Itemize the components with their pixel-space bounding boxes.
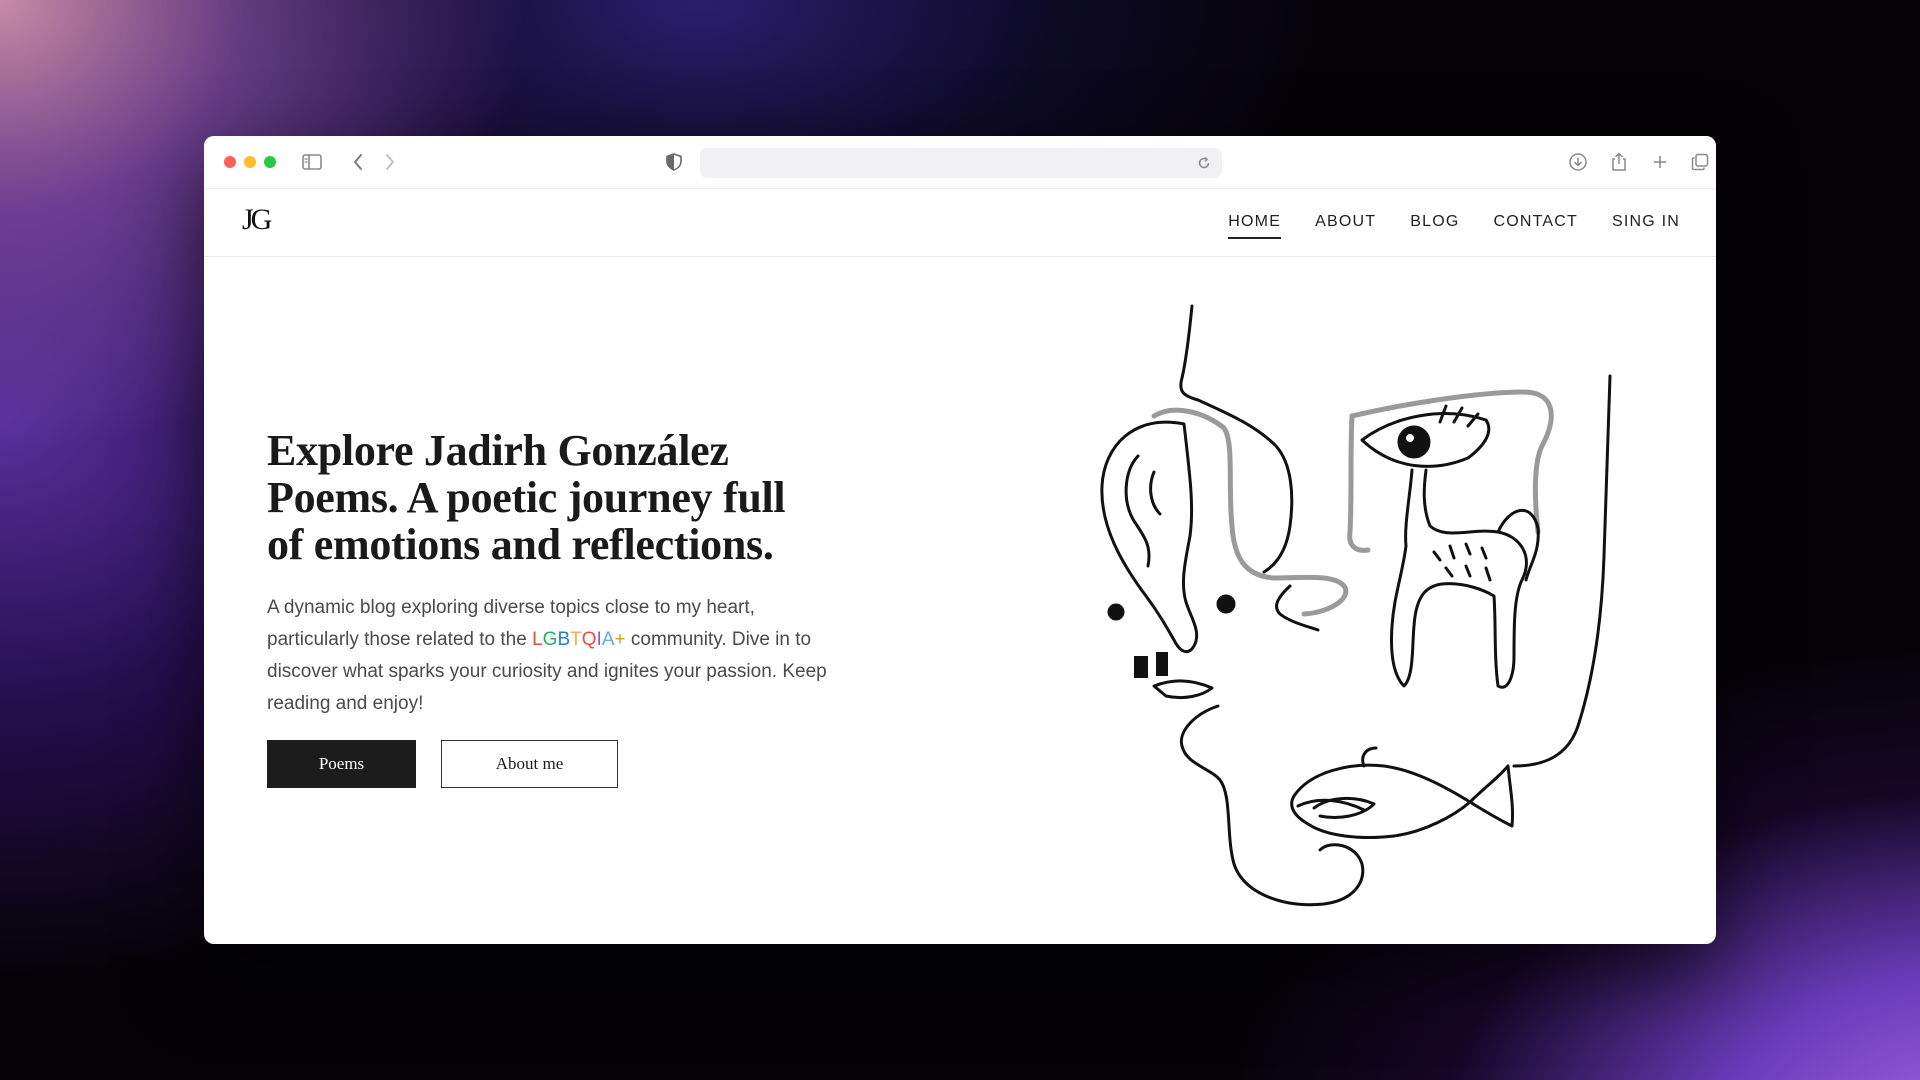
new-tab-icon[interactable] (1648, 150, 1672, 174)
sidebar-icon[interactable] (300, 150, 324, 174)
rainbow-letter: L (532, 629, 543, 650)
line-art-face-illustration (1100, 304, 1612, 907)
maximize-window-button[interactable] (264, 156, 276, 168)
shield-icon[interactable] (662, 150, 686, 174)
browser-toolbar (204, 136, 1716, 189)
nav-blog[interactable]: BLOG (1410, 213, 1459, 239)
tabs-icon[interactable] (1688, 150, 1712, 174)
address-bar[interactable] (700, 148, 1222, 178)
rainbow-letter: + (614, 629, 626, 650)
poems-button[interactable]: Poems (267, 740, 416, 788)
rainbow-letter: Q (581, 629, 597, 650)
site-logo[interactable]: JG (242, 203, 272, 237)
lgbtqia-rainbow-text: LGBTQIA+ (532, 629, 626, 650)
hero-title: Explore Jadirh González Poems. A poetic … (267, 426, 786, 569)
main-nav: HOME ABOUT BLOG CONTACT SING IN (1228, 213, 1680, 239)
rainbow-letter: A (601, 629, 615, 650)
nav-sign-in[interactable]: SING IN (1612, 213, 1680, 239)
forward-icon[interactable] (378, 150, 402, 174)
download-icon[interactable] (1566, 150, 1590, 174)
browser-window: JG HOME ABOUT BLOG CONTACT SING IN Explo… (204, 136, 1716, 944)
site-header: JG HOME ABOUT BLOG CONTACT SING IN (204, 189, 1716, 257)
nav-home[interactable]: HOME (1228, 213, 1282, 239)
nav-about[interactable]: ABOUT (1315, 213, 1376, 239)
minimize-window-button[interactable] (244, 156, 256, 168)
rainbow-letter: T (570, 629, 582, 650)
back-icon[interactable] (346, 150, 370, 174)
rainbow-letter: G (542, 629, 558, 650)
hero-description: A dynamic blog exploring diverse topics … (267, 592, 827, 720)
reload-icon[interactable] (1194, 153, 1214, 173)
nav-contact[interactable]: CONTACT (1493, 213, 1578, 239)
rainbow-letter: B (557, 629, 571, 650)
about-me-button[interactable]: About me (441, 740, 618, 788)
share-icon[interactable] (1607, 150, 1631, 174)
close-window-button[interactable] (224, 156, 236, 168)
